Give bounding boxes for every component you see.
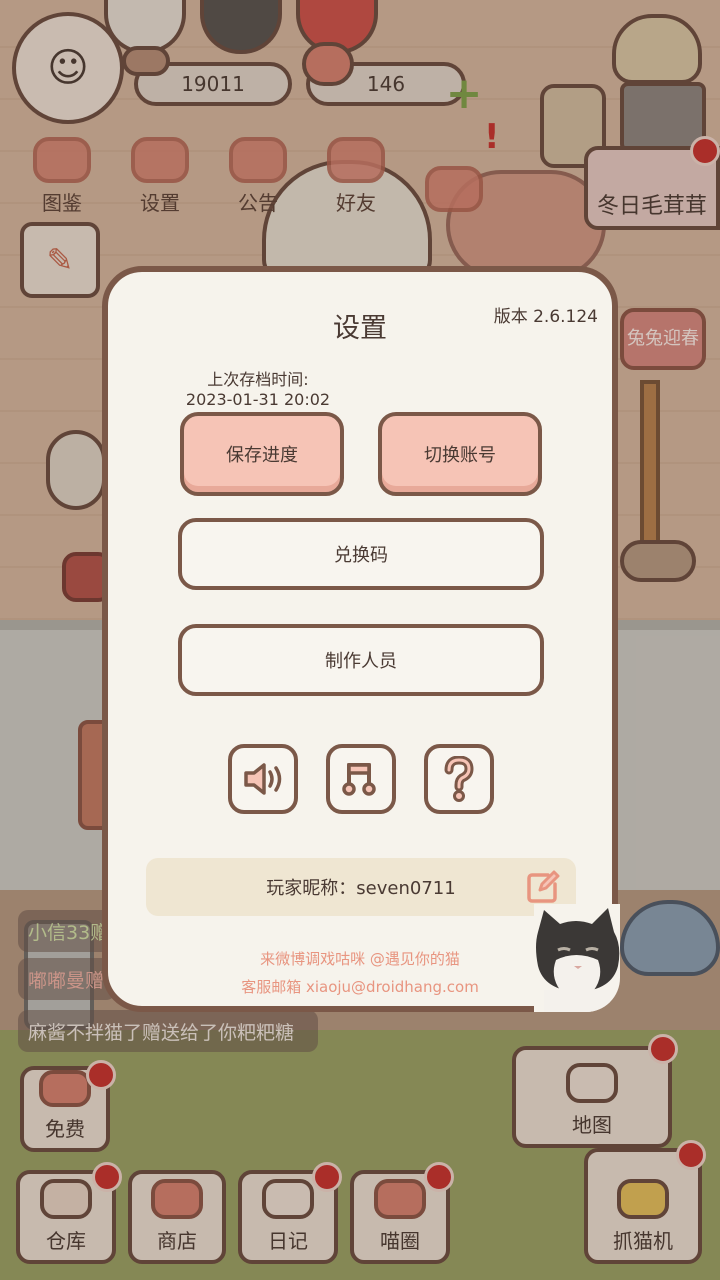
last-save-label: 上次存档时间: [207,370,309,389]
music-icon [342,763,376,796]
cat-photo [534,904,620,1012]
save-progress-button[interactable]: 保存进度 [180,412,344,496]
credits-button[interactable]: 制作人员 [178,624,544,696]
nickname-text: 玩家昵称：seven0711 [266,878,456,899]
last-save-time: 2023-01-31 20:02 [185,390,331,409]
music-toggle-button[interactable] [326,744,396,814]
sound-toggle-button[interactable] [228,744,298,814]
edit-icon[interactable] [526,870,560,904]
sound-icon [244,763,282,795]
help-button[interactable] [424,744,494,814]
switch-account-button[interactable]: 切换账号 [378,412,542,496]
version-label: 版本 2.6.124 [493,307,598,327]
settings-dialog: 设置 版本 2.6.124 上次存档时间: 2023-01-31 20:02 保… [102,266,620,1012]
redeem-code-button[interactable]: 兑换码 [178,518,544,590]
nickname-bar: 玩家昵称：seven0711 [146,858,576,916]
help-icon [444,756,474,802]
last-save-info: 上次存档时间: 2023-01-31 20:02 [178,370,338,410]
